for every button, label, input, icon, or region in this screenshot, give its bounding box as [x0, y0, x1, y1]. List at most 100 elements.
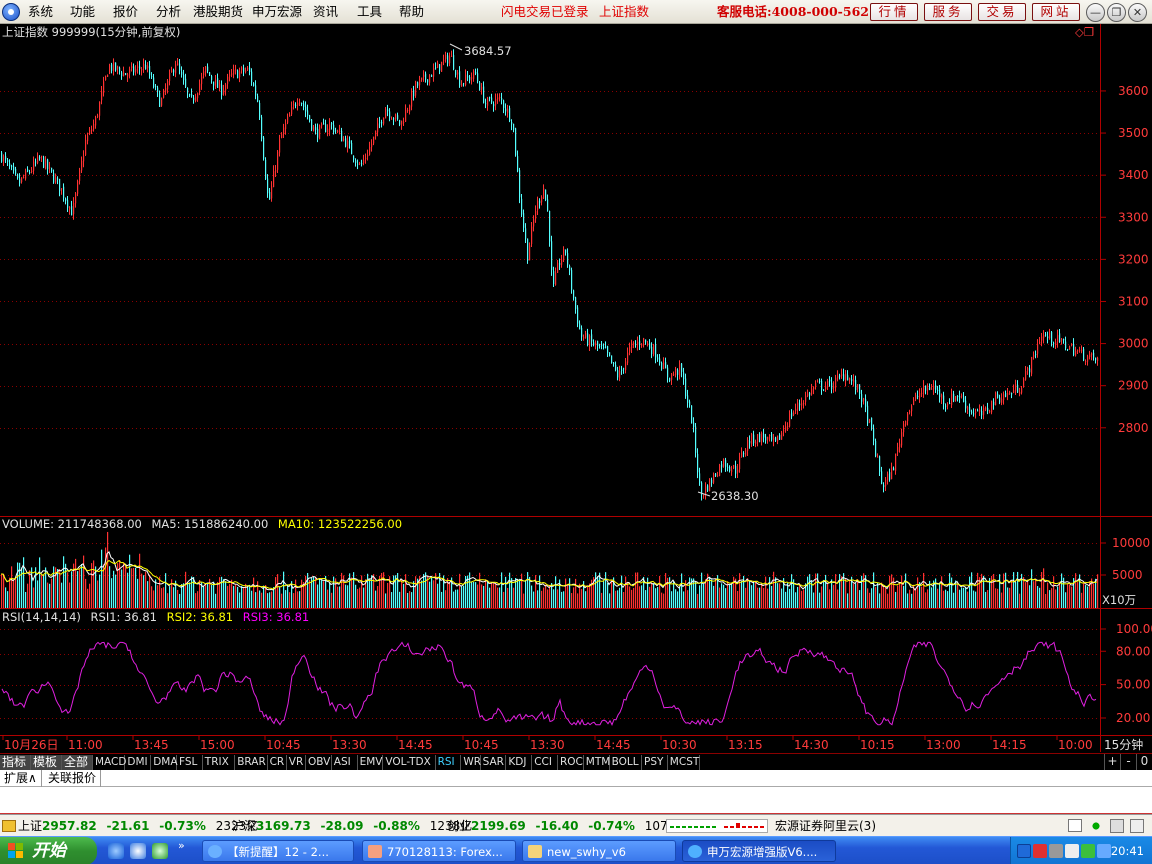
sh-index-quote[interactable]: 上证2957.82 -21.61 -0.73% 2323亿: [18, 815, 258, 837]
taskbar-item-2[interactable]: 770128113: Forex...: [362, 840, 516, 862]
menu-quote[interactable]: 报价: [113, 0, 138, 24]
indicator-tab-全部[interactable]: 全部: [62, 755, 93, 770]
message-icon[interactable]: [1068, 819, 1082, 832]
close-icon[interactable]: ✕: [1128, 3, 1147, 22]
index-link[interactable]: 上证指数: [599, 0, 649, 24]
candle: [983, 408, 985, 415]
volume-bar: [509, 572, 511, 608]
taskbar-item-4[interactable]: 申万宏源增强版V6....: [682, 840, 836, 862]
tray-arrow-icon[interactable]: [1017, 844, 1031, 858]
indicator-tab-roc[interactable]: ROC: [558, 755, 584, 770]
app-logo-icon[interactable]: [2, 3, 20, 21]
reset-button[interactable]: 0: [1136, 754, 1152, 770]
lock-icon[interactable]: [2, 820, 16, 832]
service-button[interactable]: 服务: [924, 3, 972, 21]
candle: [647, 343, 649, 345]
candle: [779, 434, 781, 440]
chart-toggle-icon[interactable]: ◇❐: [1075, 25, 1094, 39]
indicator-tab-模板[interactable]: 模板: [31, 755, 62, 770]
indicator-tab-macd[interactable]: MACD: [93, 755, 126, 770]
indicator-tab-boll[interactable]: BOLL: [610, 755, 642, 770]
indicator-tab-obv[interactable]: OBV: [306, 755, 332, 770]
minimize-icon[interactable]: —: [1086, 3, 1105, 22]
ie-icon[interactable]: [108, 843, 124, 859]
indicator-tab-dmi[interactable]: DMI: [125, 755, 152, 770]
tray-network-icon[interactable]: [1049, 844, 1063, 858]
volume-bar: [739, 573, 741, 608]
menu-help[interactable]: 帮助: [399, 0, 424, 24]
indicator-tab-asi[interactable]: ASI: [332, 755, 358, 770]
tray-volume-icon[interactable]: [1065, 844, 1079, 858]
tab-related-quotes[interactable]: 关联报价: [44, 770, 102, 787]
candle: [663, 362, 665, 369]
indicator-tab-cci[interactable]: CCI: [532, 755, 558, 770]
kline-chart[interactable]: 上证指数 999999(15分钟,前复权) ◇❐ 3684.57 2638.30…: [0, 24, 1152, 752]
volume-bar: [377, 586, 379, 608]
clock[interactable]: 20:41: [1111, 837, 1144, 864]
volume-bar: [687, 590, 689, 608]
chrome-icon[interactable]: [130, 843, 146, 859]
candle: [623, 368, 625, 370]
indicator-tab-wr[interactable]: WR: [461, 755, 481, 770]
restore-icon[interactable]: ❐: [1107, 3, 1126, 22]
indicator-tab-dma[interactable]: DMA: [151, 755, 178, 770]
menu-tools[interactable]: 工具: [357, 0, 382, 24]
volume-bar: [891, 574, 893, 608]
menu-function[interactable]: 功能: [70, 0, 95, 24]
candle: [551, 241, 553, 271]
signal-icon[interactable]: [1088, 818, 1104, 834]
tray-cn-icon[interactable]: [1033, 844, 1047, 858]
indicator-tab-sar[interactable]: SAR: [481, 755, 507, 770]
indicator-tab-kdj[interactable]: KDJ: [506, 755, 533, 770]
taskbar-item-1[interactable]: 【新提醒】12 - 2...: [202, 840, 354, 862]
trade-button[interactable]: 交易: [978, 3, 1026, 21]
candle: [821, 380, 823, 390]
market-button[interactable]: 行情: [870, 3, 918, 21]
indicator-tab-指标[interactable]: 指标: [0, 755, 31, 770]
cy-index-quote[interactable]: 创业2199.69 -16.40 -0.74% 1078亿: [447, 815, 687, 837]
start-button[interactable]: 开始: [0, 837, 97, 864]
indicator-tab-vol-tdx[interactable]: VOL-TDX: [383, 755, 436, 770]
flash-trade-status[interactable]: 闪电交易已登录: [501, 0, 589, 24]
taskbar-item-3[interactable]: new_swhy_v6: [522, 840, 676, 862]
volume-bar: [899, 582, 901, 608]
hs-index-quote[interactable]: 沪深3169.73 -28.09 -0.88% 1238亿: [232, 815, 472, 837]
indicator-tab-fsl[interactable]: FSL: [177, 755, 203, 770]
indicator-tab-brar[interactable]: BRAR: [235, 755, 268, 770]
tray-app-icon[interactable]: [1097, 844, 1111, 858]
indicator-tab-mtm[interactable]: MTM: [584, 755, 610, 770]
quicklaunch-more-icon[interactable]: »: [178, 839, 185, 852]
volume-bar: [895, 591, 897, 608]
indicator-tab-cr[interactable]: CR: [268, 755, 287, 770]
help-icon[interactable]: [1130, 819, 1144, 833]
volume-bar: [79, 569, 81, 608]
menu-analysis[interactable]: 分析: [156, 0, 181, 24]
candle: [499, 96, 501, 98]
menu-hk-futures[interactable]: 港股期货: [193, 0, 243, 24]
menu-swhy[interactable]: 申万宏源: [252, 0, 302, 24]
menu-news[interactable]: 资讯: [313, 0, 338, 24]
settings-icon[interactable]: [1110, 819, 1124, 833]
indicator-tab-rsi[interactable]: RSI: [436, 755, 462, 770]
desktop-icon[interactable]: [152, 843, 168, 859]
volume-bar: [611, 579, 613, 608]
indicator-tab-vr[interactable]: VR: [287, 755, 306, 770]
zoom-out-button[interactable]: -: [1120, 754, 1136, 770]
indicator-tab-trix[interactable]: TRIX: [203, 755, 236, 770]
candle: [241, 67, 243, 71]
zoom-in-button[interactable]: +: [1104, 754, 1120, 770]
candle: [1023, 378, 1025, 387]
indicator-tab-emv[interactable]: EMV: [358, 755, 384, 770]
broker-server[interactable]: 宏源证券阿里云(3): [775, 815, 876, 837]
website-button[interactable]: 网站: [1032, 3, 1080, 21]
indicator-tab-psy[interactable]: PSY: [642, 755, 668, 770]
candle: [581, 328, 583, 337]
tray-shield-icon[interactable]: [1081, 844, 1095, 858]
tab-expand[interactable]: 扩展∧: [0, 770, 42, 787]
indicator-tab-mcst[interactable]: MCST: [668, 755, 701, 770]
candle: [447, 55, 449, 64]
candle: [951, 393, 953, 405]
period-label[interactable]: 15分钟: [1104, 737, 1143, 752]
menu-system[interactable]: 系统: [28, 0, 53, 24]
candle: [901, 432, 903, 446]
